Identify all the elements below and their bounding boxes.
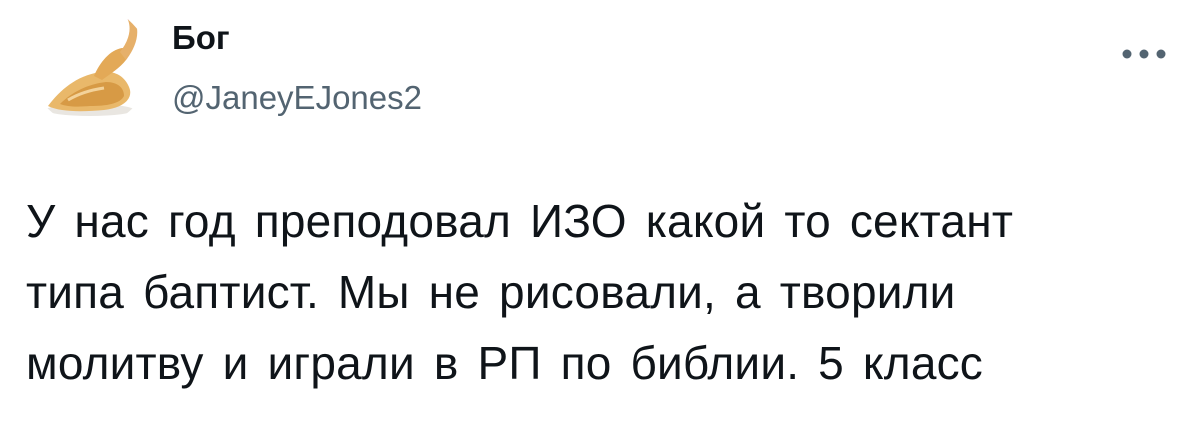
display-name[interactable]: Бог: [172, 16, 230, 60]
tweet-text: У нас год преподовал ИЗО какой то сектан…: [26, 195, 1014, 389]
roast-chicken-icon: [30, 6, 150, 126]
user-handle[interactable]: @JaneyEJones2: [172, 76, 422, 120]
more-options-button[interactable]: [1112, 34, 1176, 74]
more-horizontal-icon: [1122, 49, 1166, 59]
avatar[interactable]: [30, 6, 150, 126]
